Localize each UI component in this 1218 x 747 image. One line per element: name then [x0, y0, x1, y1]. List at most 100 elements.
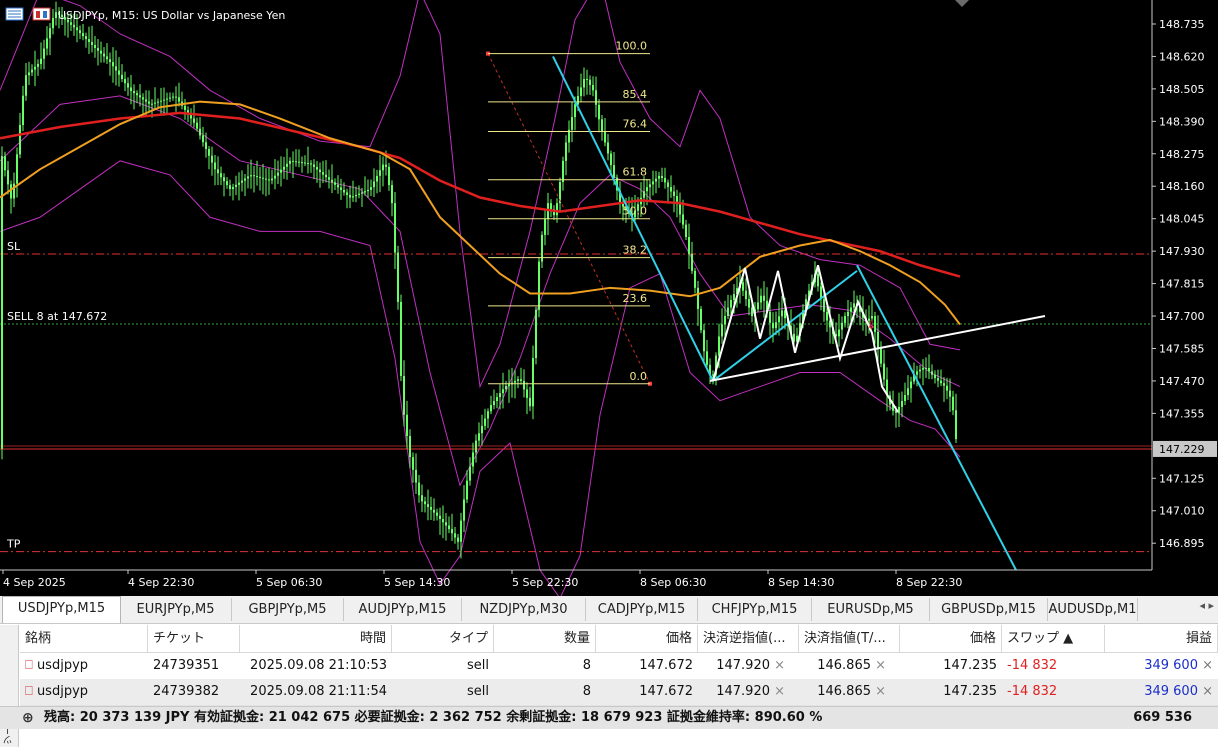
column-header-5[interactable]: 価格 — [596, 625, 698, 653]
price-candle-body — [442, 518, 444, 523]
time-tick-label: 5 Sep 22:30 — [512, 576, 578, 589]
column-header-0[interactable]: 銘柄 — [20, 625, 148, 653]
price-candle-body — [703, 330, 705, 352]
tab-audusdp-m1[interactable]: AUDUSDp,M1 — [1048, 598, 1138, 621]
time-tick-label: 5 Sep 06:30 — [256, 576, 322, 589]
price-candle-body — [466, 480, 468, 500]
price-candle-body — [925, 367, 927, 369]
cell-stop-loss[interactable]: 147.920 × — [698, 679, 799, 705]
price-candle-body — [337, 184, 339, 188]
price-candle-body — [427, 504, 429, 507]
price-candle-body — [883, 363, 885, 380]
cell-profit: 349 600 × — [1144, 684, 1213, 699]
cell-type: sell — [467, 684, 489, 699]
tab-gbpjpyp-m5[interactable]: GBPJPYp,M5 — [232, 598, 344, 621]
price-candle-body — [310, 163, 312, 165]
price-candle-body — [490, 405, 492, 412]
close-position-icon[interactable]: × — [1198, 684, 1213, 699]
column-header-4[interactable]: 数量 — [494, 625, 596, 653]
tab-eurjpyp-m5[interactable]: EURJPYp,M5 — [120, 598, 232, 621]
price-candle-body — [550, 203, 552, 210]
table-row[interactable]: ⎕ usdjpyp 24739382 2025.09.08 21:11:54 sell… — [20, 679, 1218, 706]
cell-take-profit[interactable]: 146.865 × — [799, 679, 900, 705]
price-candle-body — [439, 515, 441, 519]
price-candle-body — [565, 142, 567, 161]
price-candle-body — [535, 309, 537, 359]
price-candle-body — [118, 70, 120, 75]
price-candle-body — [700, 308, 702, 331]
expand-plus-icon[interactable]: ⊕ — [22, 707, 34, 729]
price-candle-body — [775, 322, 777, 329]
tab-gbpusdp-m15[interactable]: GBPUSDp,M15 — [930, 598, 1048, 621]
price-candle-body — [763, 295, 765, 301]
price-candle-body — [226, 181, 228, 186]
trade-icon[interactable] — [32, 7, 51, 21]
tab-scroll-arrows-icon[interactable]: ◂ ▸ — [1199, 599, 1214, 612]
chart-canvas[interactable]: SL SELL 8 at 147.672 TP 100.0 85.4 76.4 61.8 5… — [0, 0, 1218, 596]
price-candle-body — [328, 177, 330, 180]
price-candle-body — [412, 457, 414, 470]
price-candle-body — [1, 156, 3, 449]
sort-ascending-icon[interactable]: ▲ — [1059, 631, 1073, 646]
price-candle-body — [484, 418, 486, 426]
remove-level-close-icon[interactable]: × — [871, 658, 886, 673]
cell-price: 147.235 — [943, 658, 997, 673]
column-header-3[interactable]: タイプ — [392, 625, 494, 653]
cell-symbol: ⎕ usdjpyp — [25, 658, 89, 673]
chart-tabs-bar: USDJPYp,M15 EURJPYp,M5 GBPJPYp,M5 AUDJPYp,M… — [0, 596, 1218, 624]
time-tick-label: 4 Sep 22:30 — [128, 576, 194, 589]
column-header-7[interactable]: 決済指値(T/... — [799, 625, 900, 653]
price-candle-body — [487, 411, 489, 419]
price-tick-label: 148.275 — [1159, 148, 1205, 161]
price-candle-body — [586, 79, 588, 81]
one-click-toggle-icon[interactable] — [955, 0, 969, 7]
price-candle-body — [505, 386, 507, 390]
price-candle-body — [232, 186, 234, 190]
price-candle-body — [139, 95, 141, 98]
remove-level-close-icon[interactable]: × — [770, 684, 785, 699]
remove-level-close-icon[interactable]: × — [770, 658, 785, 673]
price-candle-body — [16, 154, 18, 184]
tab-nzdjpyp-m30[interactable]: NZDJPYp,M30 — [462, 598, 586, 621]
price-candle-body — [529, 397, 531, 407]
table-row[interactable]: ⎕ usdjpyp 24739351 2025.09.08 21:10:53 sell… — [20, 653, 1218, 680]
tab-chfjpyp-m15[interactable]: CHFJPYp,M15 — [698, 598, 812, 621]
price-tick-label: 148.735 — [1159, 18, 1205, 31]
price-candle-body — [604, 131, 606, 143]
cell-take-profit[interactable]: 146.865 × — [799, 653, 900, 679]
remove-level-close-icon[interactable]: × — [871, 684, 886, 699]
price-chart[interactable]: SL SELL 8 at 147.672 TP 100.0 85.4 76.4 61.8 5… — [0, 0, 1218, 596]
price-candle-body — [574, 104, 576, 118]
price-candle-body — [40, 58, 42, 64]
column-header-2[interactable]: 時間 — [240, 625, 392, 653]
cell-stop-loss[interactable]: 147.920 × — [698, 653, 799, 679]
column-header-1[interactable]: チケット — [148, 625, 240, 653]
price-candle-body — [496, 397, 498, 402]
price-candle-body — [853, 303, 855, 308]
price-candle-body — [706, 351, 708, 365]
price-candle-body — [610, 153, 612, 166]
tab-eurusdp-m5[interactable]: EURUSDp,M5 — [812, 598, 930, 621]
close-position-icon[interactable]: × — [1198, 658, 1213, 673]
tab-usdjpyp-m15[interactable]: USDJPYp,M15 — [2, 596, 121, 623]
price-candle-body — [130, 87, 132, 92]
price-candle-body — [772, 322, 774, 329]
moving-average-100-line — [0, 100, 961, 326]
tab-cadjpyp-m15[interactable]: CADJPYp,M15 — [586, 598, 698, 621]
price-candle-body — [478, 433, 480, 441]
column-header-9[interactable]: スワップ ▲ — [1002, 625, 1105, 653]
tab-audjpyp-m15[interactable]: AUDJPYp,M15 — [344, 598, 462, 621]
cyan-trendline-2 — [856, 264, 1017, 571]
column-header-8[interactable]: 価格 — [900, 625, 1002, 653]
price-candle-body — [943, 383, 945, 386]
column-header-6[interactable]: 決済逆指値(... — [698, 625, 799, 653]
price-candle-body — [271, 178, 273, 181]
fibonacci-level-label: 76.4 — [623, 118, 648, 131]
sell-position-icon: ⎕ — [25, 684, 37, 699]
price-candle-body — [838, 329, 840, 337]
price-candle-body — [352, 196, 354, 198]
column-header-10[interactable]: 損益 — [1105, 625, 1218, 653]
price-candle-body — [250, 175, 252, 177]
price-candle-body — [823, 299, 825, 312]
price-candle-body — [361, 192, 363, 194]
